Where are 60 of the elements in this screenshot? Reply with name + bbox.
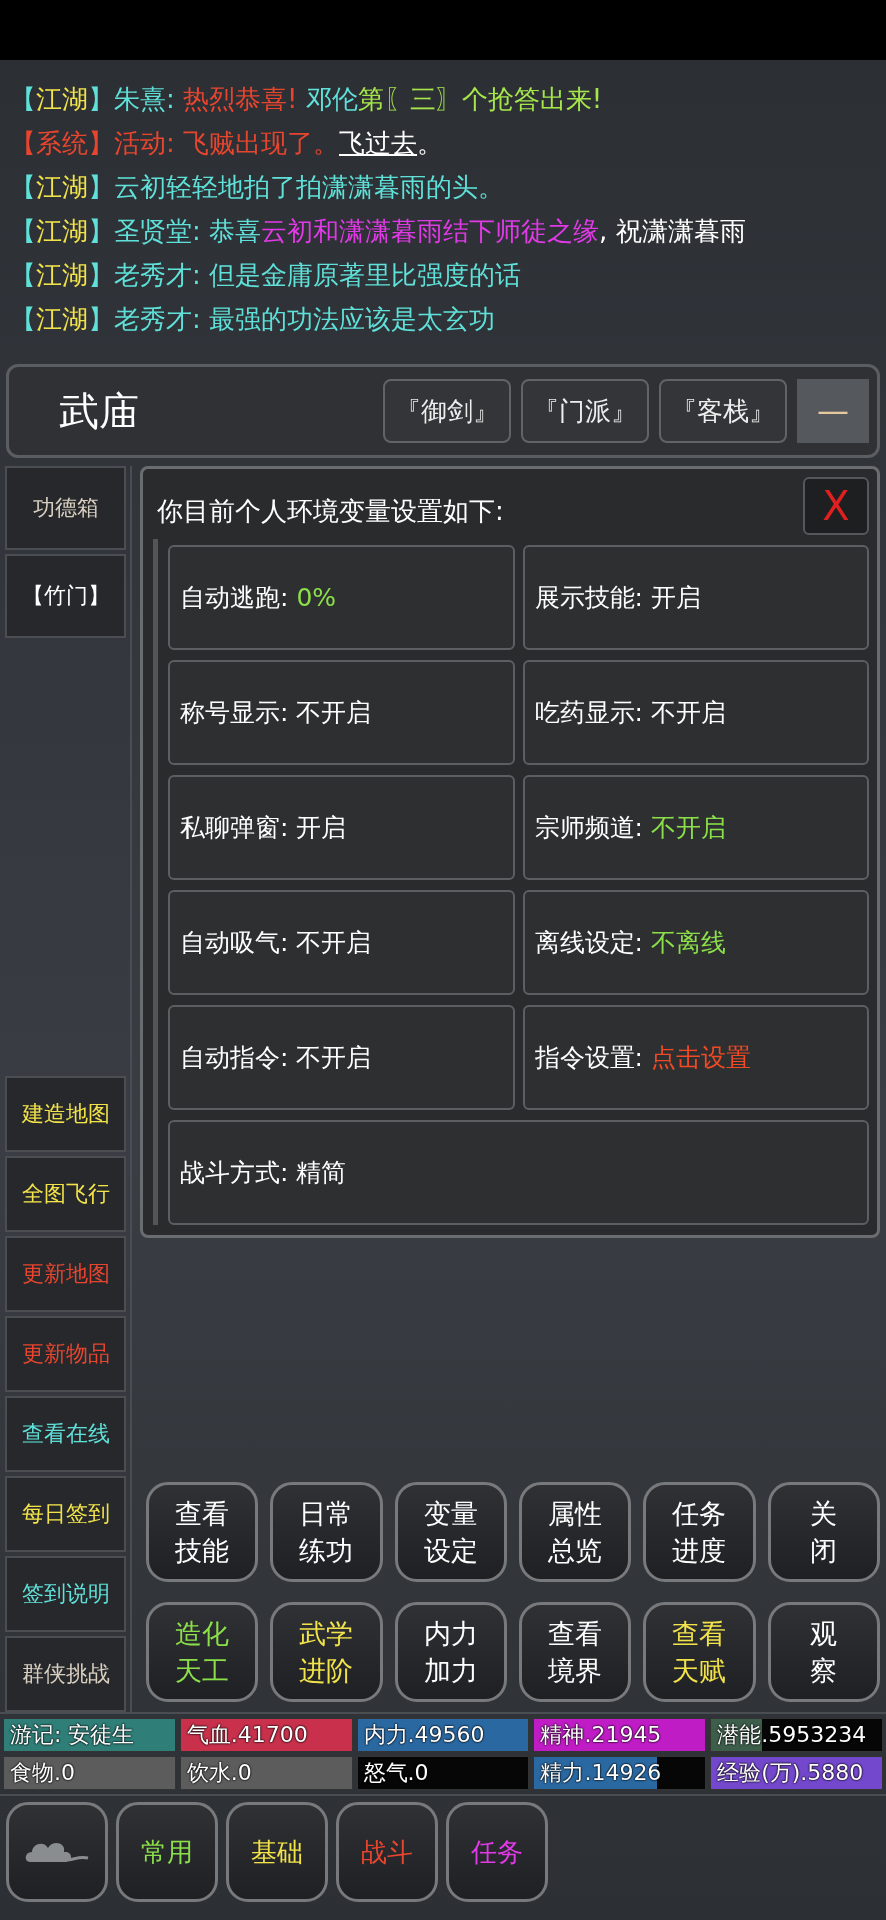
action-button[interactable]: 查看 技能 [146, 1482, 259, 1582]
side-button[interactable]: 全图飞行 [5, 1156, 126, 1232]
action-button[interactable]: 变量 设定 [394, 1482, 507, 1582]
side-button[interactable]: 建造地图 [5, 1076, 126, 1152]
chat-message: 【江湖】云初轻轻地拍了拍潇潇暮雨的头。 [10, 171, 505, 204]
travel-button[interactable]: 『客栈』 [659, 379, 787, 443]
action-button[interactable]: 查看 天赋 [643, 1602, 756, 1702]
setting-button[interactable]: 自动逃跑: 0% [168, 545, 515, 650]
cloud-button[interactable] [6, 1802, 108, 1902]
setting-button[interactable]: 吃药显示: 不开启 [522, 660, 869, 765]
stat-bar: 精神.21945 [533, 1718, 707, 1752]
stat-bar: 潜能.5953234 [710, 1718, 883, 1752]
setting-button[interactable]: 私聊弹窗: 开启 [168, 775, 515, 880]
action-button[interactable]: 日常 练功 [270, 1482, 383, 1582]
stat-bar: 经验(万).5880 [710, 1756, 883, 1790]
side-button[interactable]: 查看在线 [5, 1396, 126, 1472]
action-button[interactable]: 造化 天工 [146, 1602, 259, 1702]
menu-tab[interactable]: 任务 [446, 1802, 548, 1902]
setting-button[interactable]: 宗师频道: 不开启 [522, 775, 869, 880]
travel-button[interactable]: 『门派』 [521, 379, 649, 443]
setting-button[interactable]: 自动指令: 不开启 [168, 1005, 515, 1110]
stat-bar: 气血.41700 [179, 1718, 353, 1752]
setting-button[interactable]: 指令设置: 点击设置 [522, 1005, 869, 1110]
side-button[interactable]: 每日签到 [5, 1476, 126, 1552]
side-button[interactable]: 【竹门】 [5, 554, 126, 638]
chat-message: 【江湖】圣贤堂: 恭喜云初和潇潇暮雨结下师徒之缘, 祝潇潇暮雨 [10, 215, 747, 248]
menu-tab[interactable]: 常用 [116, 1802, 218, 1902]
dialog-title: 你目前个人环境变量设置如下: [156, 494, 504, 528]
setting-button[interactable]: 离线设定: 不离线 [522, 890, 869, 995]
action-button[interactable]: 武学 进阶 [270, 1602, 383, 1702]
chat-message: 【系统】活动: 飞贼出现了。飞过去。 [10, 127, 445, 160]
menu-tab[interactable]: 基础 [226, 1802, 328, 1902]
action-button[interactable]: 属性 总览 [519, 1482, 632, 1582]
action-button[interactable]: 查看 境界 [519, 1602, 632, 1702]
action-button[interactable]: 观 察 [767, 1602, 880, 1702]
collapse-button[interactable]: — [797, 379, 869, 443]
action-button[interactable]: 关 闭 [767, 1482, 880, 1582]
setting-button[interactable]: 展示技能: 开启 [522, 545, 869, 650]
stat-bar: 食物.0 [3, 1756, 176, 1790]
location-title: 武庙 [59, 386, 140, 436]
side-button[interactable]: 更新物品 [5, 1316, 126, 1392]
fly-link[interactable]: 飞过去 [339, 128, 418, 158]
menu-tab[interactable]: 战斗 [336, 1802, 438, 1902]
travel-button[interactable]: 『御剑』 [383, 379, 511, 443]
side-button[interactable]: 功德箱 [5, 466, 126, 550]
side-button[interactable]: 群侠挑战 [5, 1636, 126, 1712]
chat-message: 【江湖】老秀才: 最强的功法应该是太玄功 [10, 303, 497, 336]
side-button[interactable]: 更新地图 [5, 1236, 126, 1312]
stat-bar: 游记: 安徒生 [3, 1718, 176, 1752]
stat-bar: 饮水.0 [179, 1756, 353, 1790]
action-button[interactable]: 内力 加力 [394, 1602, 507, 1702]
side-button[interactable]: 签到说明 [5, 1556, 126, 1632]
setting-button[interactable]: 自动吸气: 不开启 [168, 890, 515, 995]
stat-bar: 怒气.0 [356, 1756, 530, 1790]
chat-message: 【江湖】朱熹: 热烈恭喜! 邓伦第〖三〗个抢答出来! [10, 83, 604, 116]
stat-bar: 内力.49560 [356, 1718, 530, 1752]
setting-button[interactable]: 战斗方式: 精简 [168, 1120, 869, 1225]
action-button[interactable]: 任务 进度 [643, 1482, 756, 1582]
setting-button[interactable]: 称号显示: 不开启 [168, 660, 515, 765]
chat-message: 【江湖】老秀才: 但是金庸原著里比强度的话 [10, 259, 523, 292]
